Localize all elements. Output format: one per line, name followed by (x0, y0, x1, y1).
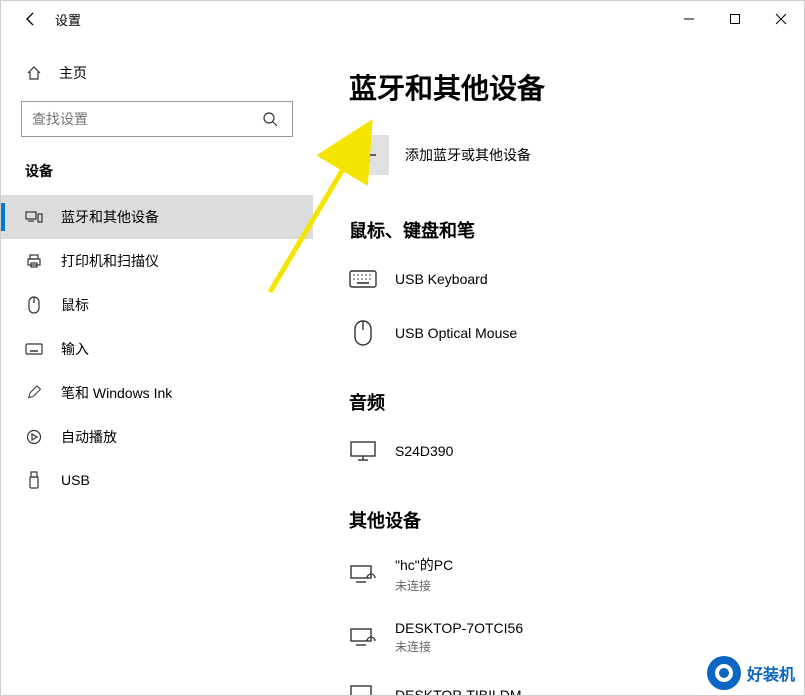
device-name: DESKTOP-7OTCI56 (395, 620, 523, 636)
sidebar: 主页 设备 蓝牙和其他设备 (1, 37, 313, 695)
sidebar-item-typing[interactable]: 输入 (1, 327, 313, 371)
sidebar-item-label: 蓝牙和其他设备 (61, 207, 159, 227)
device-status: 未连接 (395, 638, 523, 655)
watermark: 好装机 (701, 654, 801, 692)
sidebar-item-usb[interactable]: USB (1, 459, 313, 501)
page-title: 蓝牙和其他设备 (349, 67, 768, 107)
plus-icon (349, 135, 389, 175)
printer-icon (25, 252, 43, 270)
computer-icon (349, 681, 377, 695)
sidebar-item-label: USB (61, 472, 90, 488)
maximize-button[interactable] (712, 1, 758, 37)
usb-icon (25, 471, 43, 489)
device-name: S24D390 (395, 443, 453, 459)
group-title-other: 其他设备 (349, 507, 768, 533)
monitor-icon (349, 437, 377, 465)
mouse-icon (25, 296, 43, 314)
watermark-text: 好装机 (747, 661, 795, 685)
device-name: "hc"的PC (395, 555, 453, 575)
mouse-icon (349, 319, 377, 347)
devices-icon (25, 208, 43, 226)
device-name: USB Optical Mouse (395, 325, 517, 341)
device-item[interactable]: S24D390 (349, 429, 768, 483)
device-item[interactable]: USB Keyboard (349, 257, 768, 311)
pen-icon (25, 384, 43, 402)
main-content: 蓝牙和其他设备 添加蓝牙或其他设备 鼠标、键盘和笔 USB Keyboard U… (313, 37, 804, 695)
sidebar-item-label: 输入 (61, 339, 89, 359)
autoplay-icon (25, 428, 43, 446)
home-label: 主页 (59, 63, 87, 83)
group-title-audio: 音频 (349, 389, 768, 415)
device-item[interactable]: USB Optical Mouse (349, 311, 768, 365)
add-device-label: 添加蓝牙或其他设备 (405, 145, 531, 165)
minimize-button[interactable] (666, 1, 712, 37)
sidebar-item-printers[interactable]: 打印机和扫描仪 (1, 239, 313, 283)
close-button[interactable] (758, 1, 804, 37)
computer-icon (349, 561, 377, 589)
sidebar-item-label: 自动播放 (61, 427, 117, 447)
watermark-icon (707, 656, 741, 690)
keyboard-icon (349, 265, 377, 293)
home-icon (25, 64, 43, 82)
sidebar-item-pen[interactable]: 笔和 Windows Ink (1, 371, 313, 415)
search-icon (262, 111, 282, 127)
add-device-button[interactable]: 添加蓝牙或其他设备 (349, 135, 768, 175)
device-name: USB Keyboard (395, 271, 488, 287)
sidebar-item-label: 笔和 Windows Ink (61, 383, 172, 403)
device-name: DESKTOP-TIBILDM (395, 687, 522, 695)
sidebar-item-label: 打印机和扫描仪 (61, 251, 159, 271)
titlebar: 设置 (1, 1, 804, 37)
sidebar-item-label: 鼠标 (61, 295, 89, 315)
sidebar-section-label: 设备 (1, 155, 313, 195)
computer-icon (349, 624, 377, 652)
sidebar-item-autoplay[interactable]: 自动播放 (1, 415, 313, 459)
device-item[interactable]: "hc"的PC 未连接 (349, 547, 768, 612)
home-link[interactable]: 主页 (1, 57, 313, 101)
sidebar-item-mouse[interactable]: 鼠标 (1, 283, 313, 327)
search-input[interactable] (32, 111, 262, 127)
window-title: 设置 (55, 10, 81, 29)
sidebar-nav: 蓝牙和其他设备 打印机和扫描仪 鼠标 (1, 195, 313, 501)
keyboard-icon (25, 340, 43, 358)
back-button[interactable] (11, 1, 51, 37)
device-status: 未连接 (395, 577, 453, 594)
sidebar-item-bluetooth[interactable]: 蓝牙和其他设备 (1, 195, 313, 239)
group-title-mkb: 鼠标、键盘和笔 (349, 217, 768, 243)
search-box[interactable] (21, 101, 293, 137)
